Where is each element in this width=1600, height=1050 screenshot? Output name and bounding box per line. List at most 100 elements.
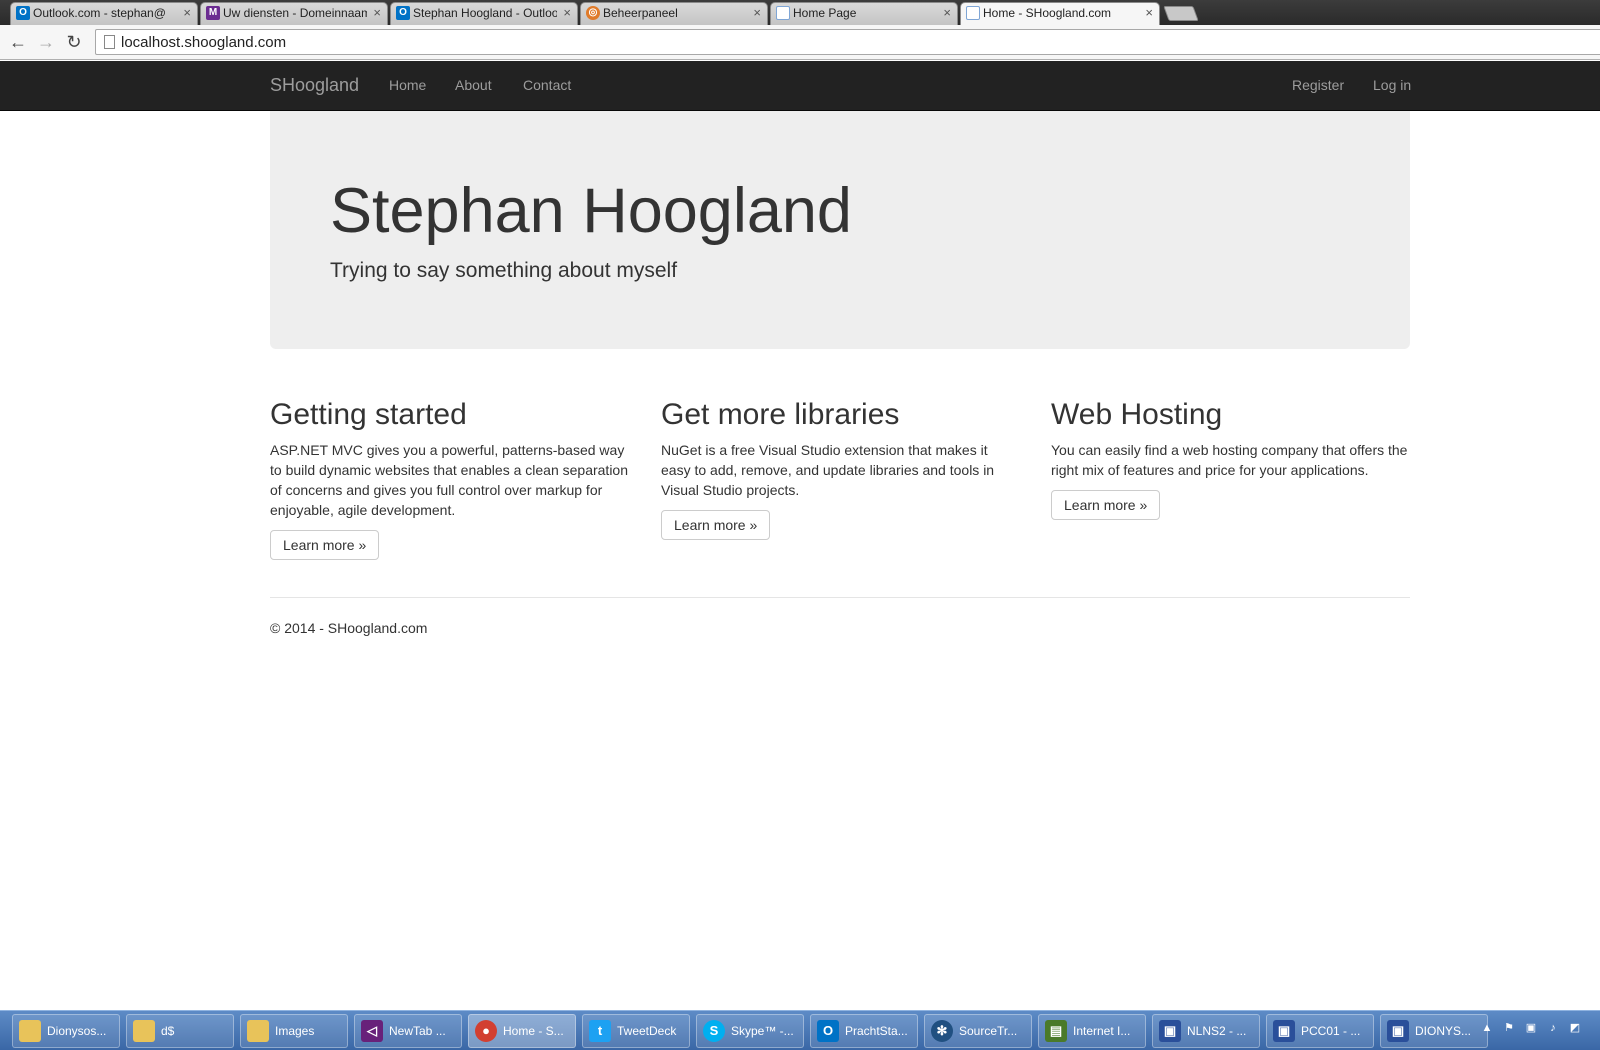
taskbar-item-label: Skype™ -...: [731, 1024, 794, 1038]
taskbar-item-label: DIONYS...: [1415, 1024, 1472, 1038]
tab-title: Outlook.com - stephan@: [33, 6, 166, 20]
browser-toolbar: ← → ↻ localhost.shoogland.com: [0, 25, 1600, 60]
taskbar-item[interactable]: ◁ NewTab ...: [354, 1014, 462, 1048]
tab-title: Home Page: [793, 6, 857, 20]
taskbar-item-label: PrachtSta...: [845, 1024, 908, 1038]
column-text: You can easily find a web hosting compan…: [1051, 442, 1408, 478]
tab-title: Stephan Hoogland - Outlook: [413, 6, 557, 20]
flag-icon[interactable]: ⚑: [1502, 1021, 1516, 1035]
browser-tab[interactable]: O Stephan Hoogland - Outlook ×: [390, 2, 578, 25]
site-navbar: SHoogland Home About Contact Register Lo…: [0, 61, 1600, 111]
nav-link-login[interactable]: Log in: [1373, 77, 1411, 93]
tab-title: Beheerpaneel: [603, 6, 678, 20]
show-hidden-icons-icon[interactable]: ▲: [1480, 1021, 1494, 1035]
outlook-icon: O: [817, 1020, 839, 1042]
taskbar-item[interactable]: ▤ Internet I...: [1038, 1014, 1146, 1048]
new-tab-button[interactable]: [1163, 6, 1199, 21]
taskbar-item[interactable]: ✻ SourceTr...: [924, 1014, 1032, 1048]
column-heading: Web Hosting: [1051, 398, 1223, 431]
folder-icon: [247, 1020, 269, 1042]
column-text: NuGet is a free Visual Studio extension …: [661, 442, 995, 498]
skype-icon: S: [703, 1020, 725, 1042]
sourcetree-icon: ✻: [931, 1020, 953, 1042]
taskbar-item-active[interactable]: ● Home - S...: [468, 1014, 576, 1048]
back-arrow-icon[interactable]: ←: [8, 32, 28, 52]
remote-desktop-icon: ▣: [1387, 1020, 1409, 1042]
feature-column: Getting started ASP.NET MVC gives you a …: [270, 398, 630, 560]
taskbar-item[interactable]: ▣ DIONYS...: [1380, 1014, 1488, 1048]
taskbar-item-label: Home - S...: [503, 1024, 564, 1038]
browser-tab[interactable]: ◎ Beheerpaneel ×: [580, 2, 768, 25]
learn-more-button[interactable]: Learn more »: [1051, 490, 1161, 520]
remote-connection-icon[interactable]: ◩: [1568, 1021, 1582, 1035]
taskbar-item-label: NewTab ...: [389, 1024, 446, 1038]
page-icon: [966, 6, 980, 20]
tab-title: Uw diensten - Domeinnaam: [223, 6, 367, 20]
taskbar-item[interactable]: Dionysos...: [12, 1014, 120, 1048]
taskbar-item[interactable]: S Skype™ -...: [696, 1014, 804, 1048]
taskbar-item[interactable]: ▣ PCC01 - ...: [1266, 1014, 1374, 1048]
browser-tab[interactable]: O Outlook.com - stephan@ ×: [10, 2, 198, 25]
nav-link-contact[interactable]: Contact: [523, 77, 571, 93]
site-brand-link[interactable]: SHoogland: [270, 75, 359, 96]
footer-divider: [270, 597, 1410, 598]
nav-link-home[interactable]: Home: [389, 77, 426, 93]
network-drive-icon: [133, 1020, 155, 1042]
column-heading: Get more libraries: [661, 398, 900, 431]
feature-column: Get more libraries NuGet is a free Visua…: [661, 398, 1021, 540]
learn-more-button[interactable]: Learn more »: [270, 530, 380, 560]
outlook-icon: O: [396, 6, 410, 20]
network-icon[interactable]: ▣: [1524, 1021, 1538, 1035]
hero-title: Stephan Hoogland: [330, 176, 852, 246]
url-text: localhost.shoogland.com: [121, 34, 287, 51]
browser-tab-active[interactable]: Home - SHoogland.com ×: [960, 2, 1160, 26]
remote-desktop-icon: ▣: [1273, 1020, 1295, 1042]
m-icon: M: [206, 6, 220, 20]
taskbar-item[interactable]: t TweetDeck: [582, 1014, 690, 1048]
taskbar-item[interactable]: O PrachtSta...: [810, 1014, 918, 1048]
browser-tab-strip: O Outlook.com - stephan@ × M Uw diensten…: [0, 0, 1600, 26]
windows-taskbar: Dionysos... d$ Images ◁ NewTab ... ● Hom…: [0, 1010, 1600, 1050]
taskbar-item-label: Images: [275, 1024, 315, 1038]
remote-desktop-icon: ▣: [1159, 1020, 1181, 1042]
page-icon: [104, 35, 115, 49]
browser-tab[interactable]: M Uw diensten - Domeinnaam ×: [200, 2, 388, 25]
feature-column: Web Hosting You can easily find a web ho…: [1051, 398, 1413, 520]
nav-link-about[interactable]: About: [455, 77, 492, 93]
chrome-icon: ●: [475, 1020, 497, 1042]
reload-icon[interactable]: ↻: [64, 32, 84, 52]
taskbar-item[interactable]: d$: [126, 1014, 234, 1048]
forward-arrow-icon[interactable]: →: [36, 32, 56, 52]
close-icon[interactable]: ×: [753, 3, 761, 23]
tweetdeck-icon: t: [589, 1020, 611, 1042]
close-icon[interactable]: ×: [183, 3, 191, 23]
taskbar-item-label: Internet I...: [1073, 1024, 1131, 1038]
learn-more-button[interactable]: Learn more »: [661, 510, 771, 540]
taskbar-item[interactable]: Images: [240, 1014, 348, 1048]
close-icon[interactable]: ×: [373, 3, 381, 23]
close-icon[interactable]: ×: [563, 3, 571, 23]
taskbar-item[interactable]: ▣ NLNS2 - ...: [1152, 1014, 1260, 1048]
page-icon: [776, 6, 790, 20]
iis-icon: ▤: [1045, 1020, 1067, 1042]
taskbar-item-label: NLNS2 - ...: [1187, 1024, 1247, 1038]
globe-icon: ◎: [586, 6, 600, 20]
footer-copyright: © 2014 - SHoogland.com: [270, 620, 428, 636]
nav-link-register[interactable]: Register: [1292, 77, 1344, 93]
tab-title: Home - SHoogland.com: [983, 6, 1112, 20]
folder-icon: [19, 1020, 41, 1042]
taskbar-item-label: TweetDeck: [617, 1024, 677, 1038]
close-icon[interactable]: ×: [943, 3, 951, 23]
taskbar-item-label: PCC01 - ...: [1301, 1024, 1361, 1038]
column-text: ASP.NET MVC gives you a powerful, patter…: [270, 442, 628, 518]
outlook-icon: O: [16, 6, 30, 20]
taskbar-item-label: d$: [161, 1024, 175, 1038]
taskbar-item-label: SourceTr...: [959, 1024, 1018, 1038]
volume-icon[interactable]: ♪: [1546, 1021, 1560, 1035]
taskbar-item-label: Dionysos...: [47, 1024, 107, 1038]
column-heading: Getting started: [270, 398, 467, 431]
hero-jumbotron: Stephan Hoogland Trying to say something…: [270, 111, 1410, 349]
browser-tab[interactable]: Home Page ×: [770, 2, 958, 25]
close-icon[interactable]: ×: [1145, 3, 1153, 23]
address-bar[interactable]: localhost.shoogland.com: [95, 29, 1600, 55]
